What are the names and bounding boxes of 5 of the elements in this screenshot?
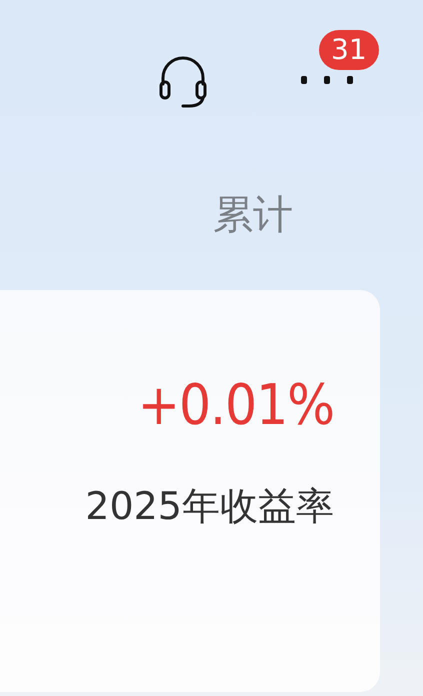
return-caption: 2025年收益率 [85,483,334,530]
return-value: +0.01% [138,374,334,438]
more-button[interactable] [299,74,355,86]
tab-label[interactable]: 累计 [213,190,293,240]
notification-badge: 31 [319,30,379,70]
